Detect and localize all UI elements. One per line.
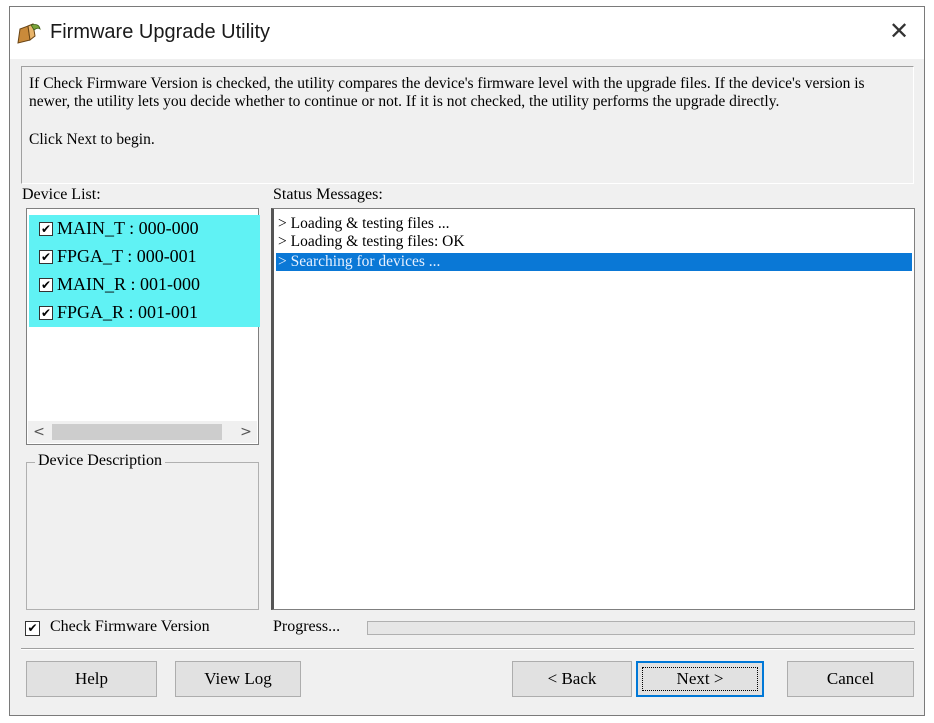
back-button-label: < Back [547, 669, 597, 688]
cancel-button-label: Cancel [826, 669, 875, 688]
status-messages-label: Status Messages: [273, 186, 383, 203]
scroll-left-icon[interactable]: < [28, 421, 50, 443]
device-description-group: Device Description [26, 452, 259, 610]
device-item-label: FPGA_R : 001-001 [57, 302, 199, 322]
device-description-label: Device Description [35, 452, 165, 470]
progress-bar [367, 621, 915, 635]
close-icon[interactable]: ✕ [884, 17, 914, 47]
device-list-horizontal-scrollbar[interactable]: < > [28, 421, 257, 443]
device-item-label: FPGA_T : 000-001 [57, 246, 197, 266]
focus-rectangle [642, 667, 758, 691]
checkbox-checked-icon[interactable]: ✔ [39, 278, 53, 292]
device-item-main-r[interactable]: ✔ MAIN_R : 001-000 [29, 271, 260, 299]
info-panel: If Check Firmware Version is checked, th… [21, 66, 914, 184]
help-button[interactable]: Help [26, 661, 157, 697]
title-bar[interactable]: Firmware Upgrade Utility ✕ [10, 7, 924, 59]
device-item-label: MAIN_R : 001-000 [57, 274, 200, 294]
checkbox-checked-icon[interactable]: ✔ [39, 222, 53, 236]
window-title: Firmware Upgrade Utility [50, 21, 271, 43]
device-item-fpga-t[interactable]: ✔ FPGA_T : 000-001 [29, 243, 260, 271]
info-text: If Check Firmware Version is checked, th… [29, 75, 865, 110]
help-button-label: Help [74, 669, 109, 688]
info-prompt: Click Next to begin. [29, 131, 155, 148]
scrollbar-thumb[interactable] [52, 424, 222, 440]
device-list-label: Device List: [22, 186, 101, 203]
status-message-selected[interactable]: > Searching for devices ... [276, 253, 912, 271]
view-log-button[interactable]: View Log [175, 661, 301, 697]
status-message[interactable]: > Loading & testing files ... [276, 215, 912, 233]
back-button[interactable]: < Back [512, 661, 632, 697]
checkbox-checked-icon[interactable]: ✔ [39, 306, 53, 320]
cancel-button[interactable]: Cancel [787, 661, 914, 697]
button-separator [21, 648, 914, 650]
status-messages-list[interactable]: > Loading & testing files ... > Loading … [271, 208, 915, 610]
firmware-upgrade-app-icon [16, 23, 42, 45]
check-firmware-version-label[interactable]: Check Firmware Version [50, 618, 210, 636]
device-item-main-t[interactable]: ✔ MAIN_T : 000-000 [29, 215, 260, 243]
device-item-fpga-r[interactable]: ✔ FPGA_R : 001-001 [29, 299, 260, 327]
status-message[interactable]: > Loading & testing files: OK [276, 233, 912, 251]
next-button[interactable]: Next > [636, 661, 764, 697]
progress-label: Progress... [273, 618, 341, 635]
view-log-button-label: View Log [204, 669, 272, 688]
device-list[interactable]: ✔ MAIN_T : 000-000 ✔ FPGA_T : 000-001 ✔ … [26, 208, 260, 445]
firmware-upgrade-window: Firmware Upgrade Utility ✕ If Check Firm… [9, 6, 925, 716]
scroll-right-icon[interactable]: > [235, 421, 257, 443]
checkbox-checked-icon[interactable]: ✔ [39, 250, 53, 264]
device-item-label: MAIN_T : 000-000 [57, 218, 199, 238]
check-firmware-version-checkbox[interactable]: ✔ [25, 621, 40, 636]
